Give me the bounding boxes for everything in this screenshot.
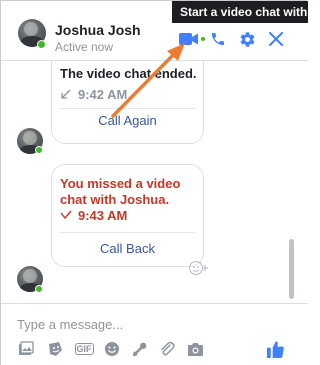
call-ended-message: The video chat ended. 9:42 AM Call Again bbox=[51, 61, 204, 144]
close-icon bbox=[269, 32, 283, 46]
message-time-text: 9:43 AM bbox=[78, 208, 128, 223]
gif-icon: GIF bbox=[74, 343, 94, 355]
camera-button[interactable] bbox=[186, 340, 204, 358]
contact-name[interactable]: Joshua Josh bbox=[55, 22, 141, 38]
call-again-button[interactable]: Call Again bbox=[52, 113, 203, 128]
attachment-icon bbox=[161, 341, 175, 356]
photo-button[interactable] bbox=[17, 340, 35, 358]
photo-icon bbox=[19, 341, 34, 355]
divider bbox=[60, 108, 195, 109]
voice-call-button[interactable] bbox=[208, 29, 228, 49]
gif-button[interactable]: GIF bbox=[73, 340, 95, 358]
call-back-button[interactable]: Call Back bbox=[52, 241, 203, 256]
sticker-icon bbox=[49, 342, 62, 356]
video-call-button[interactable] bbox=[179, 29, 199, 49]
game-button[interactable] bbox=[130, 340, 148, 358]
like-button[interactable] bbox=[265, 339, 285, 359]
scrollbar[interactable] bbox=[289, 239, 294, 299]
emoji-button[interactable] bbox=[103, 340, 121, 358]
contact-status: Active now bbox=[55, 40, 114, 54]
attachment-button[interactable] bbox=[158, 340, 176, 358]
message-text: You missed a video chat with Joshua. bbox=[60, 176, 181, 207]
missed-call-arrow-icon bbox=[60, 210, 72, 220]
message-time-text: 9:42 AM bbox=[78, 87, 128, 102]
settings-button[interactable] bbox=[237, 29, 257, 49]
message-time: 9:42 AM bbox=[60, 87, 127, 102]
message-input[interactable] bbox=[17, 314, 277, 334]
online-indicator bbox=[35, 285, 43, 293]
sticker-button[interactable] bbox=[46, 340, 64, 358]
message-text: The video chat ended. bbox=[60, 66, 197, 81]
online-indicator bbox=[35, 146, 43, 154]
camera-icon bbox=[187, 342, 203, 356]
divider bbox=[60, 232, 195, 233]
chat-window: Joshua Josh Active now Start a video cha… bbox=[0, 0, 308, 365]
add-reaction-icon[interactable] bbox=[188, 260, 212, 276]
composer: GIF bbox=[1, 303, 308, 365]
message-time: 9:43 AM bbox=[60, 208, 127, 223]
thumbs-up-icon bbox=[266, 341, 284, 358]
outgoing-call-arrow-icon bbox=[61, 89, 71, 99]
video-available-dot bbox=[201, 37, 205, 41]
gear-icon bbox=[240, 31, 254, 47]
game-icon bbox=[132, 342, 146, 356]
video-camera-icon bbox=[179, 33, 198, 45]
message-list[interactable]: The video chat ended. 9:42 AM Call Again… bbox=[1, 61, 308, 303]
online-indicator bbox=[37, 40, 46, 49]
phone-icon bbox=[212, 33, 224, 45]
close-button[interactable] bbox=[266, 29, 286, 49]
missed-call-message: You missed a video chat with Joshua. 9:4… bbox=[51, 164, 204, 267]
video-chat-tooltip: Start a video chat with bbox=[172, 1, 308, 23]
emoji-icon bbox=[105, 342, 119, 356]
